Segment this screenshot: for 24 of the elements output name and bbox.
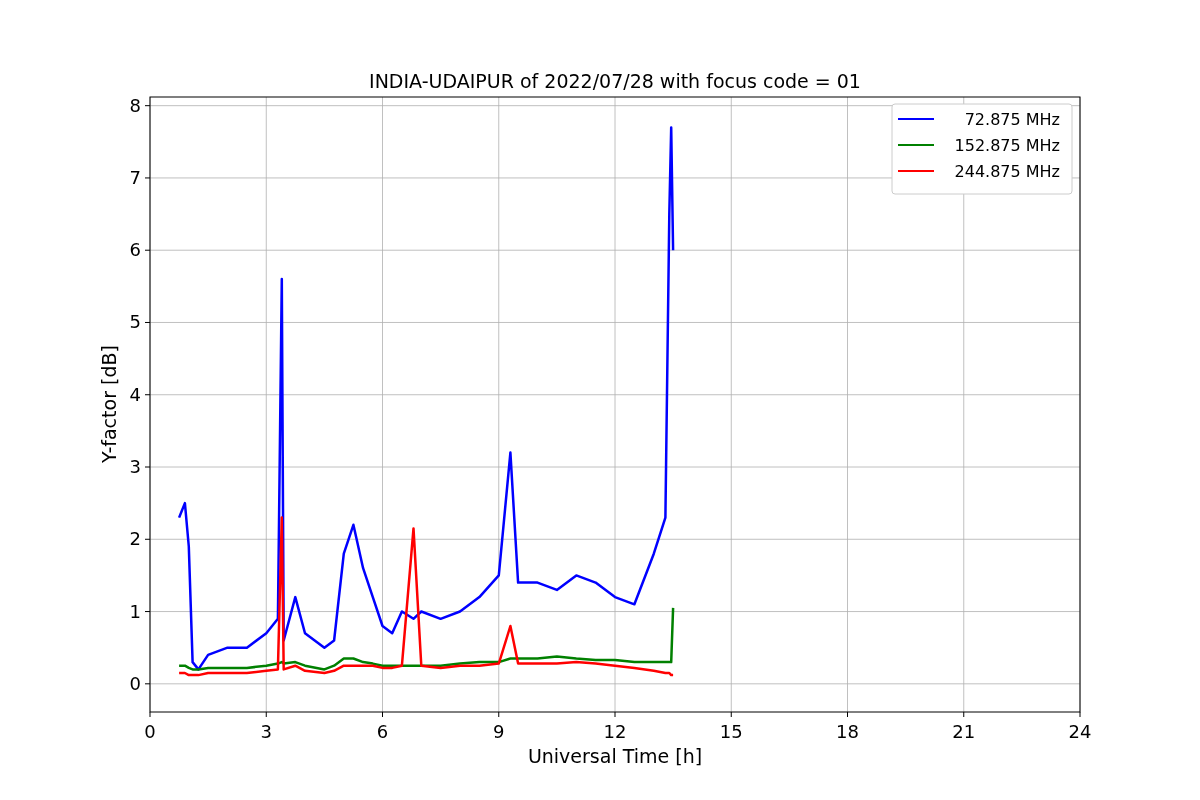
x-axis-label: Universal Time [h] [527, 745, 703, 767]
x-tick-label: 0 [144, 721, 156, 742]
y-tick-label: 7 [129, 166, 141, 188]
y-tick-label: 2 [129, 528, 141, 550]
y-tick-label: 6 [129, 239, 141, 261]
legend-label: 152.875 MHz [954, 136, 1060, 155]
y-tick-label: 1 [129, 600, 141, 622]
x-tick-label: 6 [376, 721, 389, 742]
x-tick-label: 12 [603, 721, 627, 742]
x-tick-label: 21 [952, 721, 976, 742]
y-tick-label: 8 [129, 94, 141, 116]
y-tick-label: 3 [129, 456, 141, 477]
x-tick-label: 18 [836, 721, 859, 742]
legend-label: 72.875 MHz [964, 110, 1060, 129]
chart-title: INDIA-UDAIPUR of 2022/07/28 with focus code = 01 [369, 70, 861, 92]
x-tick-label: 15 [719, 721, 743, 742]
legend-label: 244.875 MHz [954, 162, 1060, 181]
x-tick-label: 9 [493, 721, 505, 742]
y-tick-label: 5 [129, 311, 141, 333]
y-tick-label: 0 [129, 672, 141, 694]
x-tick-label: 24 [1068, 721, 1092, 742]
x-tick-label: 3 [260, 721, 272, 742]
y-tick-label: 4 [129, 383, 141, 405]
y-axis-label: Y-factor [dB] [98, 345, 120, 463]
